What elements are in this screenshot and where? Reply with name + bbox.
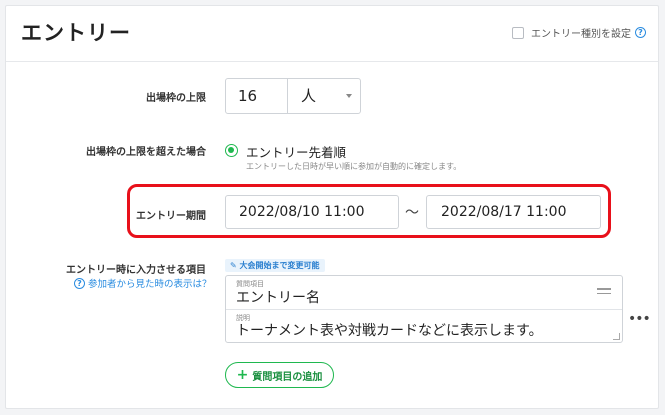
chevron-down-icon	[346, 94, 352, 98]
period-start-input[interactable]: 2022/08/10 11:00	[225, 195, 399, 229]
preview-help-link[interactable]: ? 参加者から見た時の表示は？	[74, 276, 212, 290]
items-label: エントリー時に入力させる項目	[66, 265, 206, 276]
field-divider	[226, 309, 622, 310]
pencil-icon: ✎	[230, 261, 240, 270]
plus-icon: +	[236, 367, 249, 383]
capacity-label: 出場枠の上限	[146, 93, 206, 104]
period-end-input[interactable]: 2022/08/17 11:00	[426, 195, 601, 229]
add-question-button[interactable]: + 質問項目の追加	[225, 362, 334, 388]
help-icon[interactable]: ?	[635, 27, 646, 38]
add-question-label: 質問項目の追加	[252, 371, 323, 383]
overflow-label: 出場枠の上限を超えた場合	[86, 147, 206, 158]
description-input[interactable]: トーナメント表や対戦カードなどに表示します。	[236, 320, 543, 340]
radio-selected-icon[interactable]	[225, 144, 238, 157]
question-input[interactable]: エントリー名	[236, 287, 320, 307]
edit-badge-text: 大会開始まで変更可能	[239, 261, 320, 270]
edit-badge: ✎ 大会開始まで変更可能	[225, 259, 325, 272]
entry-type-checkbox[interactable]	[512, 26, 524, 39]
overflow-option-label: エントリー先着順	[246, 145, 347, 160]
page-title: エントリー	[21, 21, 131, 45]
entry-settings-card: エントリー エントリー種別を設定 ? 出場枠の上限 16 人 出場枠の上限を超え…	[5, 5, 659, 409]
capacity-unit-value: 人	[301, 87, 317, 105]
resize-handle-icon[interactable]	[613, 333, 620, 340]
help-icon: ?	[74, 277, 85, 289]
overflow-option-desc: エントリーした日時が早い順に参加が自動的に確定します。	[246, 162, 462, 171]
question-item: 質問項目 エントリー名 説明 トーナメント表や対戦カードなどに表示します。	[225, 275, 623, 343]
capacity-field: 16 人	[225, 78, 361, 114]
period-separator: 〜	[405, 205, 419, 221]
capacity-unit-select[interactable]: 人	[288, 79, 360, 113]
card-header: エントリー エントリー種別を設定 ?	[6, 6, 658, 62]
entry-period-label: エントリー期間	[136, 211, 206, 222]
drag-handle-icon[interactable]	[597, 288, 611, 297]
entry-type-toggle[interactable]: エントリー種別を設定 ?	[512, 25, 646, 40]
entry-type-label: エントリー種別を設定	[531, 29, 631, 40]
more-options-icon[interactable]: •••	[628, 311, 651, 327]
capacity-input[interactable]: 16	[226, 79, 288, 113]
preview-help-text: 参加者から見た時の表示は？	[88, 279, 212, 290]
